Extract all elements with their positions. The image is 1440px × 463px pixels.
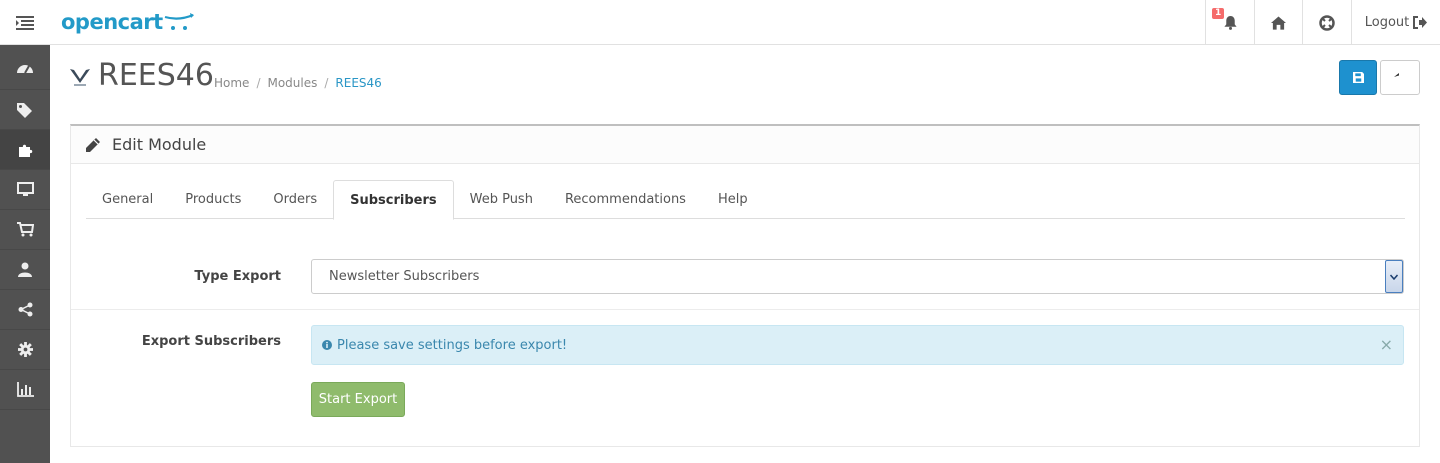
sidebar-item-design[interactable] <box>0 170 50 210</box>
top-header: opencart 1 Logout <box>0 0 1440 45</box>
tags-icon <box>17 102 32 118</box>
sidebar-item-catalog[interactable] <box>0 90 50 130</box>
select-arrow[interactable] <box>1385 260 1403 293</box>
bar-chart-icon <box>16 382 34 397</box>
sidebar-item-system[interactable] <box>0 330 50 370</box>
opencart-logo[interactable]: opencart <box>61 8 195 36</box>
type-export-select[interactable]: Newsletter Subscribers <box>311 259 1404 294</box>
edit-module-panel: Edit Module General Products Orders Subs… <box>70 124 1420 447</box>
sidebar-item-marketing[interactable] <box>0 290 50 330</box>
panel-title: Edit Module <box>112 135 207 154</box>
page-title: REES46 <box>98 58 214 93</box>
pencil-icon <box>86 137 100 152</box>
info-circle-icon <box>322 340 332 350</box>
type-export-row: Type Export Newsletter Subscribers <box>71 249 1419 310</box>
rees46-logo-icon <box>70 69 90 86</box>
breadcrumb-separator: / <box>256 76 261 90</box>
logout-button[interactable]: Logout <box>1351 0 1440 45</box>
sidebar-item-extensions[interactable] <box>0 130 50 170</box>
info-alert: Please save settings before export! × <box>311 325 1404 365</box>
cart-icon <box>16 222 34 237</box>
tab-web-push[interactable]: Web Push <box>454 180 549 219</box>
logout-label: Logout <box>1364 15 1410 30</box>
alert-text: Please save settings before export! <box>337 337 568 353</box>
tab-products[interactable]: Products <box>169 180 257 219</box>
tab-subscribers[interactable]: Subscribers <box>333 180 454 220</box>
home-icon <box>1271 15 1286 30</box>
chevron-down-icon <box>1390 274 1398 280</box>
back-button[interactable] <box>1380 60 1420 95</box>
export-subscribers-label: Export Subscribers <box>141 334 281 349</box>
tab-recommendations[interactable]: Recommendations <box>549 180 702 219</box>
sidebar-item-customers[interactable] <box>0 250 50 290</box>
gear-icon <box>17 342 33 357</box>
sidebar-item-sales[interactable] <box>0 210 50 250</box>
breadcrumb-separator: / <box>324 76 329 90</box>
cart-logo-icon <box>164 13 194 30</box>
module-tabs: General Products Orders Subscribers Web … <box>86 180 1405 220</box>
alert-close-button[interactable]: × <box>1380 335 1393 354</box>
sidebar-item-dashboard[interactable] <box>0 45 50 90</box>
floppy-disk-icon <box>1352 72 1364 83</box>
logo-text: opencart <box>61 10 163 34</box>
menu-icon <box>16 15 34 30</box>
bell-icon <box>1223 15 1237 30</box>
notification-badge: 1 <box>1212 8 1225 19</box>
desktop-icon <box>16 182 34 196</box>
type-export-value: Newsletter Subscribers <box>329 269 480 284</box>
help-button[interactable] <box>1302 0 1351 45</box>
notifications-button[interactable]: 1 <box>1205 0 1254 45</box>
dashboard-icon <box>17 65 33 74</box>
type-export-label: Type Export <box>194 269 281 284</box>
start-export-button[interactable]: Start Export <box>311 382 405 417</box>
panel-heading: Edit Module <box>71 126 1419 164</box>
life-ring-icon <box>1319 14 1335 31</box>
breadcrumb: Home / Modules / REES46 <box>214 76 382 90</box>
reply-icon <box>1394 72 1399 77</box>
sign-out-icon <box>1413 16 1428 29</box>
user-icon <box>18 262 32 277</box>
save-button[interactable] <box>1339 60 1377 95</box>
tab-orders[interactable]: Orders <box>257 180 333 219</box>
puzzle-icon <box>19 144 33 157</box>
breadcrumb-home[interactable]: Home <box>214 76 249 90</box>
tab-general[interactable]: General <box>86 180 169 219</box>
breadcrumb-modules[interactable]: Modules <box>267 76 317 90</box>
share-icon <box>18 302 32 317</box>
sidebar-item-reports[interactable] <box>0 370 50 410</box>
menu-toggle-button[interactable] <box>0 0 50 45</box>
tab-help[interactable]: Help <box>702 180 764 219</box>
sidebar <box>0 45 50 463</box>
home-button[interactable] <box>1254 0 1302 45</box>
breadcrumb-current[interactable]: REES46 <box>335 76 381 90</box>
